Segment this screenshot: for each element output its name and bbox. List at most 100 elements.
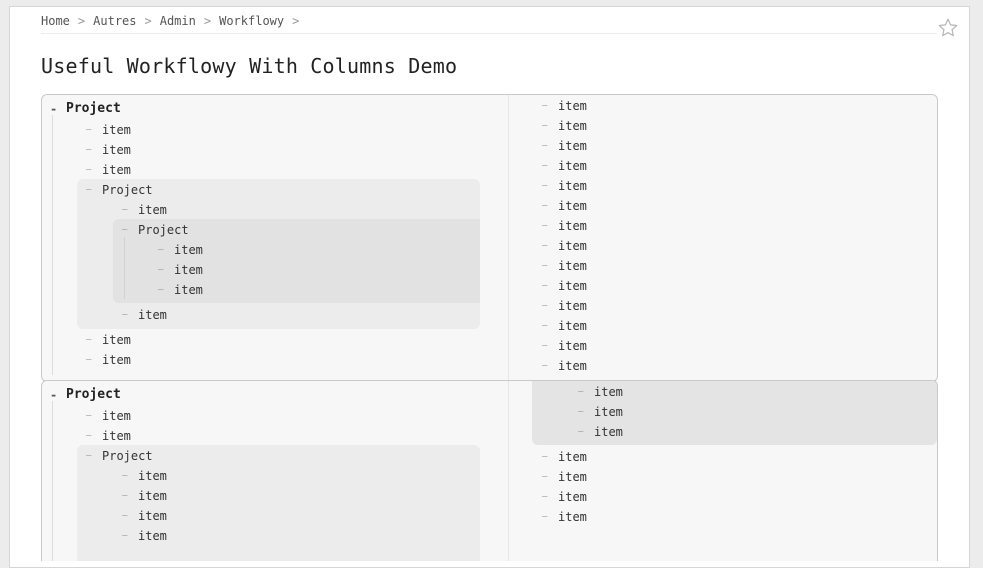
outline-item[interactable]: item (102, 409, 131, 423)
outline-item[interactable]: item (558, 159, 587, 173)
dash-bullet-icon[interactable]: – (158, 283, 163, 297)
outline-item[interactable]: item (558, 179, 587, 193)
dash-bullet-icon[interactable]: – (542, 339, 547, 353)
outline-item[interactable]: item (558, 339, 587, 353)
outline-item[interactable]: item (594, 385, 623, 399)
breadcrumb-separator: > (77, 14, 86, 28)
outline-item[interactable]: item (558, 470, 587, 484)
dash-bullet-icon[interactable]: – (86, 353, 91, 367)
indent-guide (52, 115, 53, 375)
dash-bullet-icon[interactable]: – (86, 429, 91, 443)
outline-item[interactable]: item (138, 529, 167, 543)
collapse-bullet-icon[interactable]: - (50, 388, 57, 402)
outline-item[interactable]: item (558, 199, 587, 213)
outline-item[interactable]: item (558, 239, 587, 253)
dash-bullet-icon[interactable]: – (542, 239, 547, 253)
outline-item[interactable]: item (558, 219, 587, 233)
dash-bullet-icon[interactable]: – (122, 529, 127, 543)
dash-bullet-icon[interactable]: – (578, 405, 583, 419)
dash-bullet-icon[interactable]: – (542, 159, 547, 173)
outline-item[interactable]: item (558, 510, 587, 524)
dash-bullet-icon[interactable]: – (122, 223, 127, 237)
breadcrumb-workflowy[interactable]: Workflowy (219, 14, 284, 28)
dash-bullet-icon[interactable]: – (542, 119, 547, 133)
outline-item[interactable]: item (174, 243, 203, 257)
root-project-label[interactable]: Project (66, 388, 121, 402)
dash-bullet-icon[interactable]: – (86, 183, 91, 197)
dash-bullet-icon[interactable]: – (542, 219, 547, 233)
dash-bullet-icon[interactable]: – (542, 470, 547, 484)
outline-item[interactable]: item (138, 489, 167, 503)
dash-bullet-icon[interactable]: – (158, 243, 163, 257)
outline-block: - Project – item – item – item – Project… (41, 94, 938, 382)
outline-item[interactable]: item (102, 143, 131, 157)
breadcrumb-separator: > (292, 14, 300, 28)
outline-item[interactable]: item (558, 139, 587, 153)
dash-bullet-icon[interactable]: – (86, 449, 91, 463)
collapse-bullet-icon[interactable]: - (50, 102, 57, 116)
outline-item[interactable]: item (594, 405, 623, 419)
dash-bullet-icon[interactable]: – (122, 469, 127, 483)
dash-bullet-icon[interactable]: – (542, 319, 547, 333)
dash-bullet-icon[interactable]: – (122, 203, 127, 217)
outline-item[interactable]: item (138, 509, 167, 523)
breadcrumb-separator: > (203, 14, 212, 28)
dash-bullet-icon[interactable]: – (542, 279, 547, 293)
breadcrumb-divider (41, 33, 937, 34)
outline-item[interactable]: item (102, 333, 131, 347)
indent-guide (124, 237, 125, 299)
breadcrumb-home[interactable]: Home (41, 14, 70, 28)
dash-bullet-icon[interactable]: – (158, 263, 163, 277)
dash-bullet-icon[interactable]: – (86, 163, 91, 177)
dash-bullet-icon[interactable]: – (542, 359, 547, 373)
outline-item[interactable]: item (558, 359, 587, 373)
dash-bullet-icon[interactable]: – (86, 143, 91, 157)
dash-bullet-icon[interactable]: – (578, 385, 583, 399)
dash-bullet-icon[interactable]: – (542, 259, 547, 273)
dash-bullet-icon[interactable]: – (122, 308, 127, 322)
outline-item[interactable]: item (138, 203, 167, 217)
breadcrumb-separator: > (144, 14, 152, 28)
dash-bullet-icon[interactable]: – (86, 123, 91, 137)
dash-bullet-icon[interactable]: – (122, 509, 127, 523)
outline-item[interactable]: item (102, 163, 131, 177)
root-project-label[interactable]: Project (66, 102, 121, 116)
outline-item[interactable]: item (558, 119, 587, 133)
outline-item[interactable]: item (138, 308, 167, 322)
outline-item[interactable]: item (102, 353, 131, 367)
dash-bullet-icon[interactable]: – (542, 139, 547, 153)
dash-bullet-icon[interactable]: – (86, 409, 91, 423)
dash-bullet-icon[interactable]: – (542, 490, 547, 504)
outline-item[interactable]: item (558, 450, 587, 464)
outline-item[interactable]: item (558, 99, 587, 113)
outline-item[interactable]: item (174, 283, 203, 297)
star-outline-icon[interactable] (937, 17, 959, 39)
outline-item[interactable]: item (558, 259, 587, 273)
outline-item[interactable]: item (558, 299, 587, 313)
dash-bullet-icon[interactable]: – (542, 179, 547, 193)
outline-item[interactable]: item (102, 123, 131, 137)
nested-project-label[interactable]: Project (138, 223, 189, 237)
breadcrumb-autres[interactable]: Autres (93, 14, 136, 28)
outline-item[interactable]: item (558, 490, 587, 504)
dash-bullet-icon[interactable]: – (542, 510, 547, 524)
outline-item[interactable]: item (138, 469, 167, 483)
dash-bullet-icon[interactable]: – (542, 299, 547, 313)
dash-bullet-icon[interactable]: – (542, 199, 547, 213)
nested-project-label[interactable]: Project (102, 449, 153, 463)
breadcrumb-admin[interactable]: Admin (160, 14, 196, 28)
outline-item[interactable]: item (558, 279, 587, 293)
dash-bullet-icon[interactable]: – (542, 99, 547, 113)
dash-bullet-icon[interactable]: – (578, 425, 583, 439)
dash-bullet-icon[interactable]: – (86, 333, 91, 347)
dash-bullet-icon[interactable]: – (122, 489, 127, 503)
nested-project-label[interactable]: Project (102, 183, 153, 197)
outline-item[interactable]: item (594, 425, 623, 439)
outline-block: - Project – item – item – Project – item… (41, 380, 938, 561)
breadcrumb: Home > Autres > Admin > Workflowy > (41, 14, 307, 28)
outline-item[interactable]: item (102, 429, 131, 443)
dash-bullet-icon[interactable]: – (542, 450, 547, 464)
page-title: Useful Workflowy With Columns Demo (41, 54, 458, 78)
outline-item[interactable]: item (174, 263, 203, 277)
outline-item[interactable]: item (558, 319, 587, 333)
